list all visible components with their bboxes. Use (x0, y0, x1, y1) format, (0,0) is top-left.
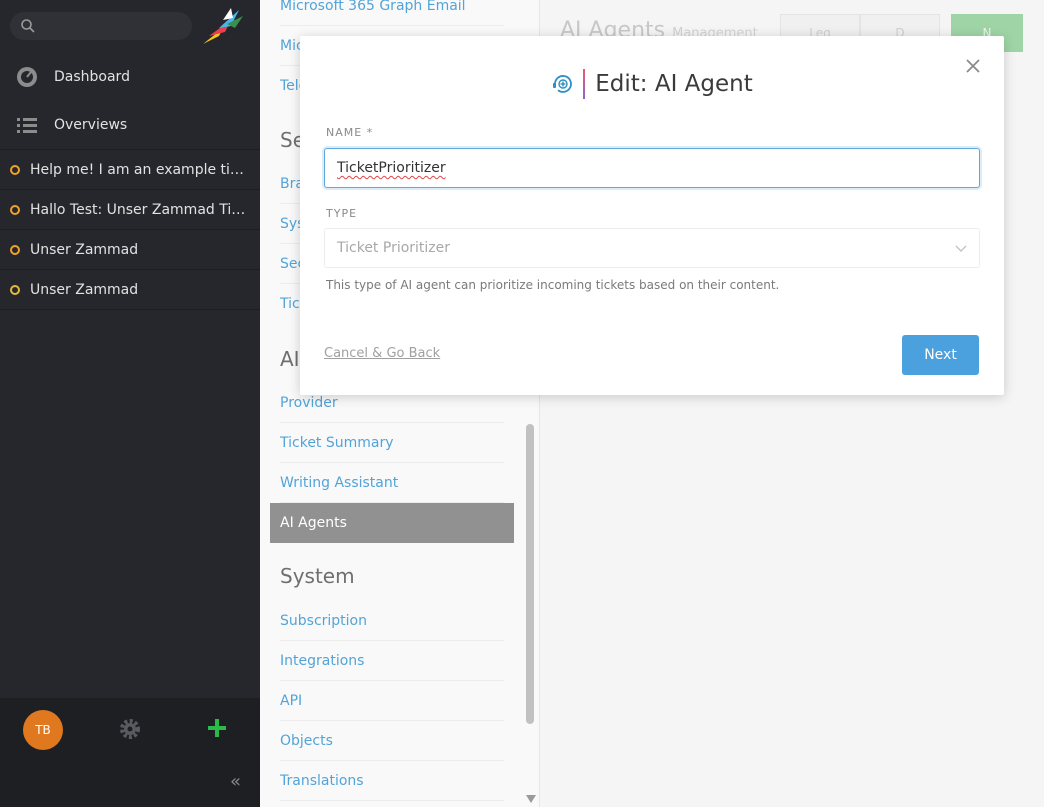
ai-agent-icon (553, 75, 573, 93)
zammad-logo-icon[interactable] (201, 6, 245, 46)
next-button[interactable]: Next (902, 335, 979, 375)
plus-icon[interactable] (206, 717, 228, 739)
gear-icon[interactable] (119, 718, 141, 740)
sidebar-footer: TB « (0, 698, 260, 807)
name-field[interactable]: TicketPrioritizer (324, 148, 980, 188)
chevron-down-icon (955, 245, 967, 252)
search-icon (21, 19, 35, 33)
edit-ai-agent-modal: Edit: AI Agent NAME * TicketPrioritizer … (300, 36, 1004, 395)
search-input[interactable] (10, 12, 192, 40)
type-select-value: Ticket Prioritizer (337, 240, 451, 256)
subnav-scrollbar[interactable] (526, 424, 534, 724)
dashboard-icon (17, 67, 37, 87)
subnav-link-ticket-summary[interactable]: Ticket Summary (280, 423, 504, 463)
ticket-title: Unser Zammad (30, 281, 139, 298)
title-separator (583, 69, 586, 99)
subnav-link-integrations[interactable]: Integrations (280, 641, 504, 681)
ticket-title: Hallo Test: Unser Zammad Ticke... (30, 201, 248, 218)
subnav-link-translations[interactable]: Translations (280, 761, 504, 801)
subnav-heading-system: System (280, 564, 355, 588)
ticket-status-icon (10, 204, 20, 215)
ticket-tab[interactable]: Hallo Test: Unser Zammad Ticke... (0, 190, 260, 230)
subnav-link-ai-agents[interactable]: AI Agents (270, 503, 514, 543)
ticket-tab[interactable]: Unser Zammad (0, 270, 260, 310)
scroll-down-icon[interactable] (526, 795, 536, 803)
modal-title: Edit: AI Agent (595, 71, 753, 97)
subnav-link-writing-assistant[interactable]: Writing Assistant (280, 463, 504, 503)
nav-dashboard-label: Dashboard (54, 69, 130, 85)
ticket-status-icon (10, 284, 20, 295)
ticket-title: Unser Zammad (30, 241, 139, 258)
collapse-icon[interactable]: « (230, 773, 248, 791)
modal-header: Edit: AI Agent (300, 64, 1004, 104)
name-field-value: TicketPrioritizer (337, 160, 446, 176)
ticket-tab[interactable]: Help me! I am an example ticket... (0, 150, 260, 190)
subnav-link-objects[interactable]: Objects (280, 721, 504, 761)
nav-overviews-label: Overviews (54, 117, 128, 133)
ticket-tab[interactable]: Unser Zammad (0, 230, 260, 270)
subnav-link-microsoft-365[interactable]: Microsoft 365 Graph Email (280, 0, 504, 26)
main-sidebar: Dashboard Overviews Help me! I am an exa… (0, 0, 260, 807)
name-label: NAME * (326, 126, 374, 139)
ticket-title: Help me! I am an example ticket... (30, 161, 248, 178)
ticket-status-icon (10, 164, 20, 175)
subnav-link-api[interactable]: API (280, 681, 504, 721)
nav-dashboard[interactable]: Dashboard (0, 54, 260, 100)
ticket-status-icon (10, 244, 20, 255)
avatar[interactable]: TB (23, 710, 63, 750)
type-help-text: This type of AI agent can prioritize inc… (326, 278, 780, 292)
close-icon[interactable] (963, 56, 983, 76)
cancel-button[interactable]: Cancel & Go Back (324, 346, 440, 361)
type-label: TYPE (326, 207, 358, 220)
subnav-heading-ai: AI (280, 347, 300, 371)
list-icon (17, 118, 37, 133)
subnav-link-subscription[interactable]: Subscription (280, 601, 504, 641)
type-select[interactable]: Ticket Prioritizer (324, 228, 980, 268)
nav-overviews[interactable]: Overviews (0, 102, 260, 148)
